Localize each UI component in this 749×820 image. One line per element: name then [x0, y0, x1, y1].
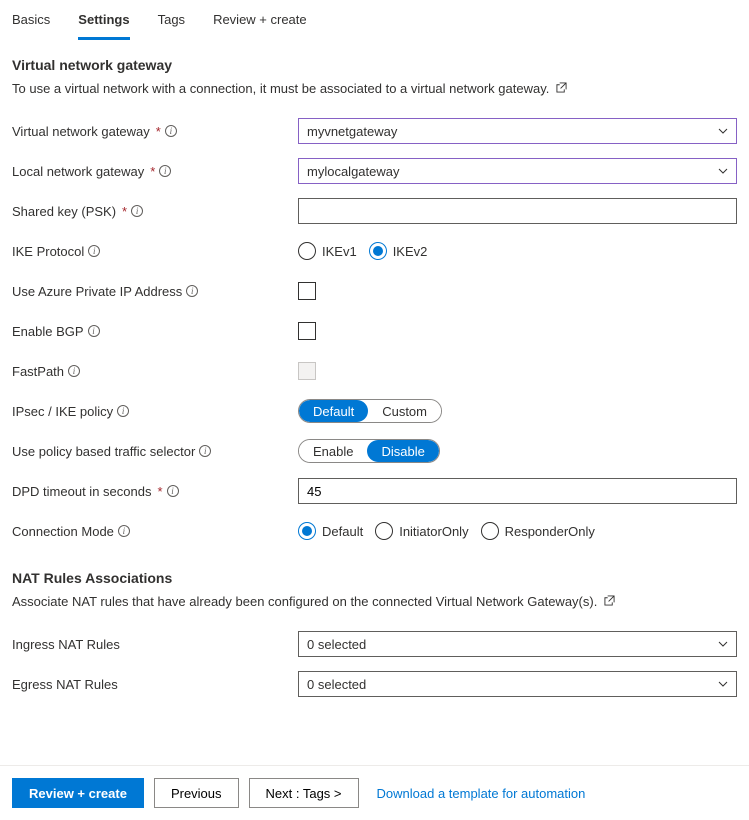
radio-mode-initiator[interactable]: InitiatorOnly: [375, 522, 468, 540]
tab-review[interactable]: Review + create: [213, 6, 307, 40]
checkbox-privateip[interactable]: [298, 282, 316, 300]
label-egress: Egress NAT Rules: [12, 677, 118, 692]
radio-mode-default-label: Default: [322, 524, 363, 539]
info-icon[interactable]: i: [165, 125, 177, 137]
radio-mode-responder[interactable]: ResponderOnly: [481, 522, 595, 540]
review-create-button[interactable]: Review + create: [12, 778, 144, 808]
chevron-down-icon: [718, 679, 728, 689]
label-privateip: Use Azure Private IP Address: [12, 284, 182, 299]
info-icon[interactable]: i: [88, 245, 100, 257]
info-icon[interactable]: i: [117, 405, 129, 417]
label-bgp: Enable BGP: [12, 324, 84, 339]
tab-bar: Basics Settings Tags Review + create: [0, 0, 749, 41]
egress-dropdown[interactable]: 0 selected: [298, 671, 737, 697]
checkbox-bgp[interactable]: [298, 322, 316, 340]
external-link-icon[interactable]: [556, 81, 567, 92]
info-icon[interactable]: i: [186, 285, 198, 297]
vng-heading: Virtual network gateway: [12, 57, 737, 73]
chevron-down-icon: [718, 639, 728, 649]
vng-desc-text: To use a virtual network with a connecti…: [12, 81, 549, 96]
radio-ikev1-label: IKEv1: [322, 244, 357, 259]
external-link-icon[interactable]: [604, 594, 615, 605]
label-conn-mode: Connection Mode: [12, 524, 114, 539]
label-ike: IKE Protocol: [12, 244, 84, 259]
download-template-link[interactable]: Download a template for automation: [377, 786, 586, 801]
radio-ikev2-label: IKEv2: [393, 244, 428, 259]
vng-desc: To use a virtual network with a connecti…: [12, 81, 737, 96]
info-icon[interactable]: i: [159, 165, 171, 177]
info-icon[interactable]: i: [88, 325, 100, 337]
required-asterisk: *: [150, 164, 155, 179]
chevron-down-icon: [718, 166, 728, 176]
pill-ipsec-default[interactable]: Default: [299, 400, 368, 422]
psk-input[interactable]: [298, 198, 737, 224]
nat-desc-text: Associate NAT rules that have already be…: [12, 594, 597, 609]
label-ingress: Ingress NAT Rules: [12, 637, 120, 652]
radio-mode-initiator-label: InitiatorOnly: [399, 524, 468, 539]
previous-button[interactable]: Previous: [154, 778, 239, 808]
tab-basics[interactable]: Basics: [12, 6, 50, 40]
nat-desc: Associate NAT rules that have already be…: [12, 594, 737, 609]
label-lng: Local network gateway: [12, 164, 144, 179]
ingress-dropdown[interactable]: 0 selected: [298, 631, 737, 657]
tab-tags[interactable]: Tags: [158, 6, 185, 40]
lng-dropdown[interactable]: mylocalgateway: [298, 158, 737, 184]
next-button[interactable]: Next : Tags >: [249, 778, 359, 808]
label-vng: Virtual network gateway: [12, 124, 150, 139]
pill-ipsec-custom[interactable]: Custom: [368, 400, 441, 422]
radio-ikev2[interactable]: IKEv2: [369, 242, 428, 260]
info-icon[interactable]: i: [131, 205, 143, 217]
label-fastpath: FastPath: [12, 364, 64, 379]
lng-value: mylocalgateway: [307, 164, 400, 179]
radio-mode-responder-label: ResponderOnly: [505, 524, 595, 539]
info-icon[interactable]: i: [118, 525, 130, 537]
pill-selector-enable[interactable]: Enable: [299, 440, 367, 462]
dpd-input[interactable]: [298, 478, 737, 504]
traffic-selector-toggle: Enable Disable: [298, 439, 440, 463]
egress-value: 0 selected: [307, 677, 366, 692]
ingress-value: 0 selected: [307, 637, 366, 652]
radio-mode-default[interactable]: Default: [298, 522, 363, 540]
required-asterisk: *: [122, 204, 127, 219]
nat-heading: NAT Rules Associations: [12, 570, 737, 586]
required-asterisk: *: [157, 484, 162, 499]
footer-bar: Review + create Previous Next : Tags > D…: [0, 765, 749, 820]
tab-settings[interactable]: Settings: [78, 6, 129, 40]
radio-ikev1[interactable]: IKEv1: [298, 242, 357, 260]
label-psk: Shared key (PSK): [12, 204, 116, 219]
ipsec-toggle: Default Custom: [298, 399, 442, 423]
info-icon[interactable]: i: [199, 445, 211, 457]
info-icon[interactable]: i: [167, 485, 179, 497]
vng-value: myvnetgateway: [307, 124, 397, 139]
required-asterisk: *: [156, 124, 161, 139]
pill-selector-disable[interactable]: Disable: [367, 440, 438, 462]
label-ipsec: IPsec / IKE policy: [12, 404, 113, 419]
info-icon[interactable]: i: [68, 365, 80, 377]
chevron-down-icon: [718, 126, 728, 136]
checkbox-fastpath: [298, 362, 316, 380]
label-traffic-selector: Use policy based traffic selector: [12, 444, 195, 459]
vng-dropdown[interactable]: myvnetgateway: [298, 118, 737, 144]
label-dpd: DPD timeout in seconds: [12, 484, 151, 499]
